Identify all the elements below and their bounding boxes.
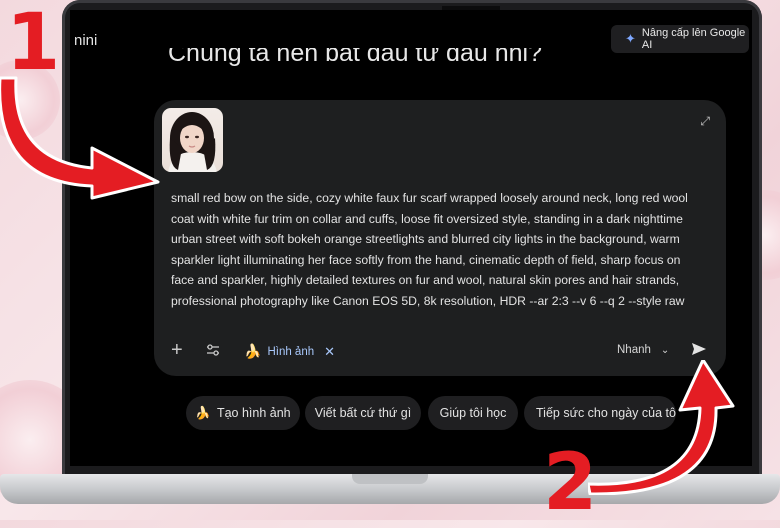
chevron-down-icon: ⌄ [660, 344, 670, 356]
add-icon[interactable]: + [171, 340, 183, 360]
app-name: nini [74, 32, 98, 49]
suggestion-create-image[interactable]: 🍌 Tạo hình ảnh [186, 396, 300, 430]
banana-icon: 🍌 [195, 405, 211, 420]
prompt-text[interactable]: small red bow on the side, cozy white fa… [171, 188, 691, 311]
model-mode-selector[interactable]: Nhanh ⌄ [617, 344, 669, 356]
attached-image-thumbnail[interactable] [162, 108, 223, 172]
suggestion-label: Giúp tôi học [439, 406, 507, 420]
banana-icon: 🍌 [244, 343, 262, 359]
close-icon[interactable]: ✕ [324, 344, 335, 360]
page-headline: Chúng ta nên bắt đầu từ đâu nhỉ? [168, 48, 542, 67]
image-tool-chip[interactable]: 🍌 Hình ảnh ✕ [244, 343, 335, 360]
suggestion-label: Tạo hình ảnh [216, 406, 291, 420]
red-arrow-icon [0, 76, 160, 200]
suggestion-label: Viết bất cứ thứ gì [314, 406, 412, 420]
suggestion-write-anything[interactable]: Viết bất cứ thứ gì [305, 396, 421, 430]
expand-icon[interactable]: ⤢ [700, 114, 710, 129]
image-tool-label: Hình ảnh [267, 345, 315, 358]
send-icon [692, 343, 706, 355]
upgrade-label: Nâng cấp lên Google AI [641, 27, 746, 51]
prompt-composer[interactable]: ⤢ small red bow on the side, cozy white … [154, 100, 726, 376]
sparkle-icon: ✦ [625, 31, 636, 46]
send-button[interactable] [691, 341, 707, 362]
red-arrow-icon [588, 360, 735, 495]
step-number-2: 2 [543, 438, 598, 528]
mode-label: Nhanh [617, 344, 651, 356]
tools-icon[interactable] [206, 343, 220, 362]
portrait-image [168, 112, 217, 172]
suggestion-help-me-learn[interactable]: Giúp tôi học [428, 396, 518, 430]
laptop-base-groove [352, 474, 428, 484]
